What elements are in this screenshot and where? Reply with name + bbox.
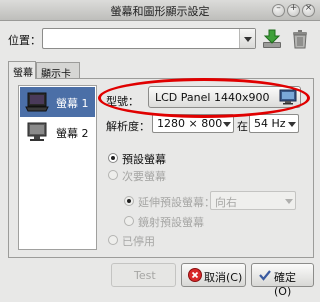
close-icon: × [304,3,313,13]
disabled-label: 已停用 [122,235,155,248]
monitor-list: 螢幕 1 螢幕 2 [18,85,97,250]
radio-disabled[interactable] [108,235,118,245]
display-icon [279,89,297,105]
radio-mirror-default[interactable] [124,216,134,226]
chevron-down-icon [284,198,293,204]
test-label: Test [134,269,156,282]
at-label: 在 [237,120,248,133]
download-icon [263,29,281,48]
model-label: 型號： [106,95,139,108]
ok-button[interactable]: 確定(O) [251,263,314,298]
radio-default-screen[interactable] [108,153,118,163]
minimize-button[interactable]: – [272,3,285,17]
secondary-screen-label: 次要螢幕 [122,170,166,183]
extend-direction-value: 向右 [215,196,237,209]
radio-secondary-screen[interactable] [108,170,118,180]
chevron-down-icon [243,36,252,42]
chevron-down-icon [287,121,296,127]
monitor-label: 螢幕 1 [56,97,89,110]
default-screen-label: 預設螢幕 [122,153,166,166]
delete-button[interactable] [288,27,312,51]
monitor-item-2[interactable]: 螢幕 2 [20,117,95,147]
refresh-rate-value: 54 Hz [254,117,286,130]
resolution-dropdown-arrow[interactable] [220,115,233,132]
maximize-icon: + [289,3,298,13]
cancel-icon [188,268,202,282]
cancel-button[interactable]: 取消(C) [181,263,246,287]
refresh-rate-select[interactable]: 54 Hz [249,114,299,133]
location-combo[interactable] [42,28,256,49]
title-bar: 螢幕和圖形顯示設定 – + × [0,0,320,21]
maximize-button[interactable]: + [287,3,300,17]
extend-default-label: 延伸預設螢幕： [138,196,215,209]
monitor-icon [27,122,47,141]
resolution-label: 解析度： [106,120,150,133]
model-button[interactable]: LCD Panel 1440x900 [148,86,301,108]
test-button[interactable]: Test [111,263,176,287]
trash-icon [293,30,307,49]
monitor-item-1[interactable]: 螢幕 1 [20,87,95,117]
direction-dropdown-arrow[interactable] [282,192,295,209]
ok-label: 確定(O) [274,271,296,298]
tab-screen[interactable]: 螢幕 [8,61,36,79]
close-button[interactable]: × [302,3,315,17]
download-button[interactable] [260,27,284,51]
tab-graphics-card[interactable]: 顯示卡 [36,62,80,80]
resolution-select[interactable]: 1280 × 800 [152,114,234,133]
cancel-label: 取消(C) [204,271,243,284]
radio-extend-default[interactable] [124,196,134,206]
extend-direction-select[interactable]: 向右 [210,191,296,210]
minimize-icon: – [276,3,281,13]
checkmark-icon [259,270,271,281]
laptop-icon [25,92,49,112]
mirror-default-label: 鏡射預設螢幕 [138,216,204,229]
location-dropdown-arrow[interactable] [239,29,255,48]
chevron-down-icon [222,121,231,127]
location-label: 位置： [8,34,41,47]
monitor-label: 螢幕 2 [56,127,89,140]
refresh-dropdown-arrow[interactable] [285,115,298,132]
resolution-value: 1280 × 800 [157,117,223,130]
model-value: LCD Panel 1440x900 [155,91,270,104]
